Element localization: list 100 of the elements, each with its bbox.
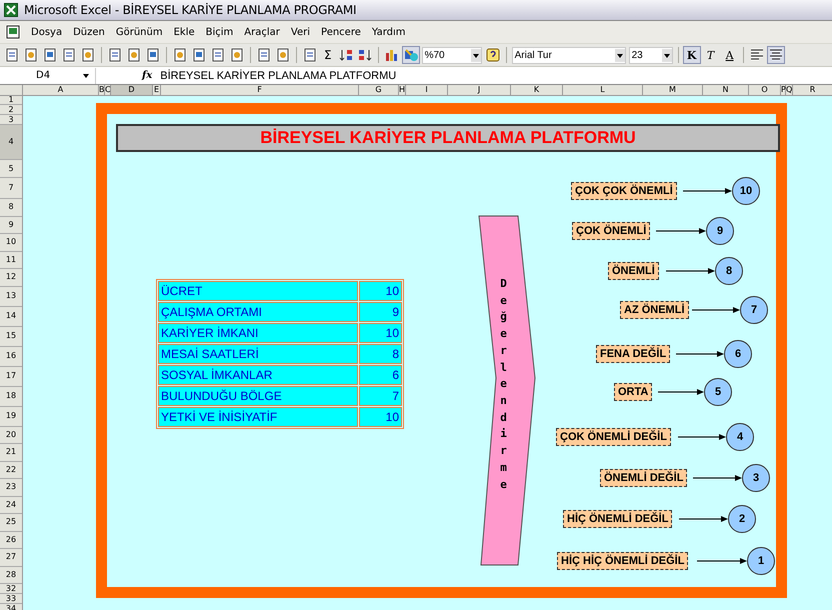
sort-descending-icon[interactable] bbox=[356, 47, 373, 63]
scale-label: AZ ÖNEMLİ bbox=[620, 301, 688, 319]
menu-item[interactable]: Pencere bbox=[321, 26, 361, 38]
table-cell: ÇALIŞMA ORTAMI bbox=[158, 302, 358, 322]
row-header[interactable]: 4 bbox=[0, 125, 22, 160]
row-header[interactable]: 33 bbox=[0, 594, 22, 604]
row-header[interactable]: 32 bbox=[0, 584, 22, 594]
menu-item[interactable]: Biçim bbox=[206, 26, 234, 38]
column-header[interactable]: E bbox=[153, 85, 161, 95]
autosum-button[interactable]: Σ bbox=[321, 48, 335, 62]
menu-item[interactable]: Veri bbox=[290, 26, 310, 38]
row-header[interactable]: 27 bbox=[0, 549, 22, 566]
workbook-icon[interactable] bbox=[6, 25, 20, 39]
row-header[interactable]: 13 bbox=[0, 286, 22, 306]
column-header[interactable]: O bbox=[749, 85, 781, 95]
menu-item[interactable]: Yardım bbox=[372, 26, 406, 38]
row-header[interactable]: 21 bbox=[0, 444, 22, 462]
arrow bbox=[658, 387, 704, 397]
help-icon[interactable] bbox=[484, 47, 501, 63]
row-header[interactable]: 17 bbox=[0, 366, 22, 386]
arrow bbox=[678, 432, 726, 442]
column-header[interactable]: I bbox=[406, 85, 448, 95]
chart-icon[interactable] bbox=[384, 47, 400, 63]
row-header[interactable]: 24 bbox=[0, 496, 22, 514]
column-header[interactable]: D bbox=[111, 85, 153, 95]
row-header[interactable]: 5 bbox=[0, 160, 22, 178]
row-header[interactable]: 19 bbox=[0, 406, 22, 426]
sort-ascending-icon[interactable] bbox=[338, 47, 354, 63]
bold-button[interactable]: K bbox=[684, 47, 700, 63]
column-header[interactable]: R bbox=[793, 85, 832, 95]
column-header[interactable]: K bbox=[511, 85, 563, 95]
underline-button[interactable]: A bbox=[722, 47, 738, 63]
menu-item[interactable]: Dosya bbox=[31, 26, 62, 38]
row-header[interactable]: 2 bbox=[0, 105, 22, 115]
align-center-icon[interactable] bbox=[768, 47, 784, 63]
row-header[interactable]: 15 bbox=[0, 326, 22, 346]
zoom-dropdown[interactable]: %70 bbox=[422, 46, 482, 64]
row-header[interactable]: 10 bbox=[0, 234, 22, 252]
row-header[interactable]: 18 bbox=[0, 386, 22, 406]
scale-label: ÇOK ÇOK ÖNEMLİ bbox=[571, 182, 677, 200]
row-header[interactable]: 14 bbox=[0, 306, 22, 326]
table-cell: 7 bbox=[359, 386, 402, 406]
arrow bbox=[697, 556, 747, 566]
column-header[interactable]: N bbox=[703, 85, 749, 95]
menu-item[interactable]: Görünüm bbox=[116, 26, 163, 38]
row-header[interactable]: 28 bbox=[0, 566, 22, 584]
font-size-dropdown[interactable]: 23 bbox=[628, 46, 673, 64]
font-dropdown[interactable]: Arial Tur bbox=[512, 46, 626, 64]
row-header[interactable]: 9 bbox=[0, 216, 22, 234]
row-header[interactable]: 8 bbox=[0, 199, 22, 216]
arrow bbox=[683, 186, 732, 196]
column-header[interactable]: A bbox=[23, 85, 99, 95]
column-header[interactable]: B bbox=[99, 85, 105, 95]
table-cell: 9 bbox=[359, 302, 402, 322]
row-header[interactable]: 25 bbox=[0, 514, 22, 532]
italic-button[interactable]: T bbox=[702, 47, 719, 63]
scale-label: ÖNEMLİ DEĞİL bbox=[600, 469, 688, 487]
arrow bbox=[656, 226, 706, 236]
function-label[interactable]: fx bbox=[142, 70, 152, 81]
excel-logo-icon bbox=[4, 3, 18, 17]
column-header[interactable]: L bbox=[563, 85, 643, 95]
formula-field[interactable]: BİREYSEL KARİYER PLANLAMA PLATFORMU bbox=[160, 70, 396, 82]
row-header[interactable]: 1 bbox=[0, 96, 22, 105]
column-header[interactable]: Q bbox=[786, 85, 793, 95]
row-header[interactable]: 20 bbox=[0, 426, 22, 444]
arrow bbox=[676, 349, 724, 359]
table-cell: 10 bbox=[359, 323, 402, 343]
row-header[interactable]: 26 bbox=[0, 532, 22, 549]
row-header[interactable]: 23 bbox=[0, 479, 22, 496]
column-header[interactable]: J bbox=[448, 85, 511, 95]
arrow bbox=[679, 514, 728, 524]
window-title: Microsoft Excel - BİREYSEL KARİYE PLANLAMA PROGRAMI bbox=[24, 3, 356, 17]
column-header[interactable]: P bbox=[781, 85, 786, 95]
scale-label: HİÇ HİÇ ÖNEMLİ DEĞİL bbox=[557, 552, 688, 570]
scale-label: HİÇ ÖNEMLİ DEĞİL bbox=[563, 510, 672, 528]
menu-item[interactable]: Araçlar bbox=[244, 26, 280, 38]
column-header[interactable]: H bbox=[399, 85, 406, 95]
table-cell: 6 bbox=[359, 365, 402, 385]
table-cell: ÜCRET bbox=[158, 281, 358, 301]
row-header[interactable]: 12 bbox=[0, 269, 22, 286]
arrow bbox=[692, 305, 740, 315]
menu-item[interactable]: Ekle bbox=[174, 26, 195, 38]
table-cell: 10 bbox=[359, 407, 402, 427]
column-header[interactable]: M bbox=[643, 85, 703, 95]
name-box[interactable]: D4 bbox=[0, 68, 96, 84]
scale-label: ÇOK ÖNEMLİ DEĞİL bbox=[556, 428, 671, 446]
sheet-title: BİREYSEL KARİYER PLANLAMA PLATFORMU bbox=[116, 124, 780, 152]
scale-label: FENA DEĞİL bbox=[596, 345, 670, 363]
row-header[interactable]: 7 bbox=[0, 178, 22, 199]
row-header[interactable]: 11 bbox=[0, 252, 22, 269]
row-header[interactable]: 16 bbox=[0, 346, 22, 366]
menu-item[interactable]: Düzen bbox=[73, 26, 105, 38]
drawing-icon[interactable] bbox=[402, 47, 419, 63]
table-cell: YETKİ VE İNİSİYATİF bbox=[158, 407, 358, 427]
column-header[interactable]: F bbox=[161, 85, 359, 95]
scale-label: ÇOK ÖNEMLİ bbox=[572, 222, 650, 240]
row-header[interactable]: 22 bbox=[0, 462, 22, 479]
column-header[interactable]: G bbox=[359, 85, 399, 95]
table-cell: SOSYAL İMKANLAR bbox=[158, 365, 358, 385]
arrow bbox=[693, 473, 742, 483]
